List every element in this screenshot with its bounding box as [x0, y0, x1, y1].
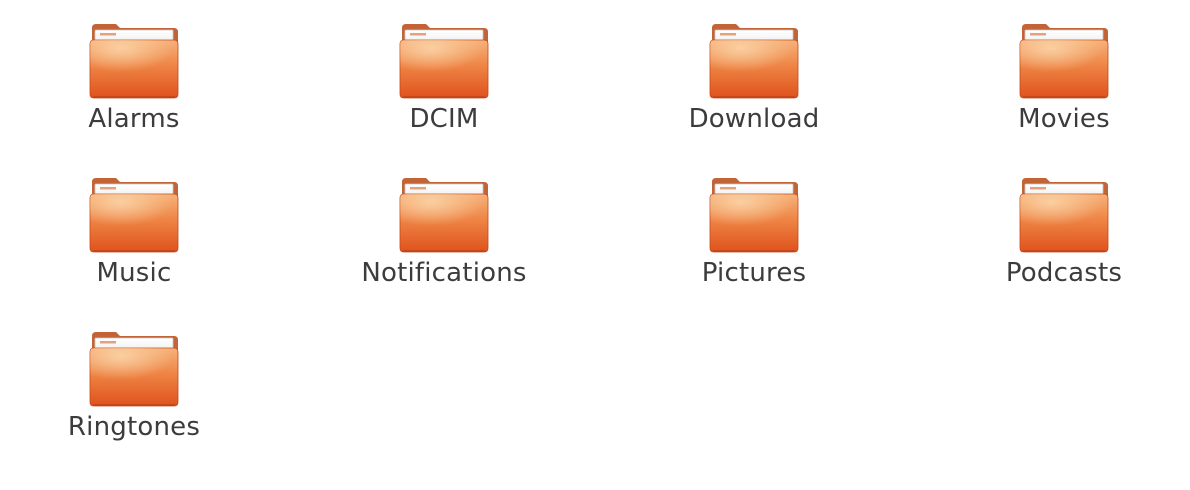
file-grid: Alarms DCIM Download Movies Music Notifi… — [0, 0, 1190, 490]
folder-label: Pictures — [701, 258, 807, 288]
folder-label: Podcasts — [1005, 258, 1123, 288]
folder-podcasts[interactable]: Podcasts — [939, 174, 1189, 324]
folder-ringtones[interactable]: Ringtones — [9, 328, 259, 478]
folder-label: Ringtones — [67, 412, 201, 442]
folder-music[interactable]: Music — [9, 174, 259, 324]
folder-notifications[interactable]: Notifications — [319, 174, 569, 324]
folder-icon — [709, 178, 799, 253]
folder-label: Music — [96, 258, 172, 288]
folder-alarms[interactable]: Alarms — [9, 20, 259, 170]
folder-label: DCIM — [409, 104, 479, 134]
folder-label: Notifications — [361, 258, 527, 288]
folder-pictures[interactable]: Pictures — [629, 174, 879, 324]
folder-icon — [89, 332, 179, 407]
folder-icon — [89, 178, 179, 253]
folder-icon — [1019, 24, 1109, 99]
folder-icon — [399, 24, 489, 99]
folder-label: Download — [688, 104, 820, 134]
folder-label: Alarms — [88, 104, 180, 134]
folder-icon — [709, 24, 799, 99]
folder-download[interactable]: Download — [629, 20, 879, 170]
folder-movies[interactable]: Movies — [939, 20, 1189, 170]
folder-icon — [1019, 178, 1109, 253]
folder-icon — [399, 178, 489, 253]
folder-icon — [89, 24, 179, 99]
folder-label: Movies — [1018, 104, 1110, 134]
folder-dcim[interactable]: DCIM — [319, 20, 569, 170]
